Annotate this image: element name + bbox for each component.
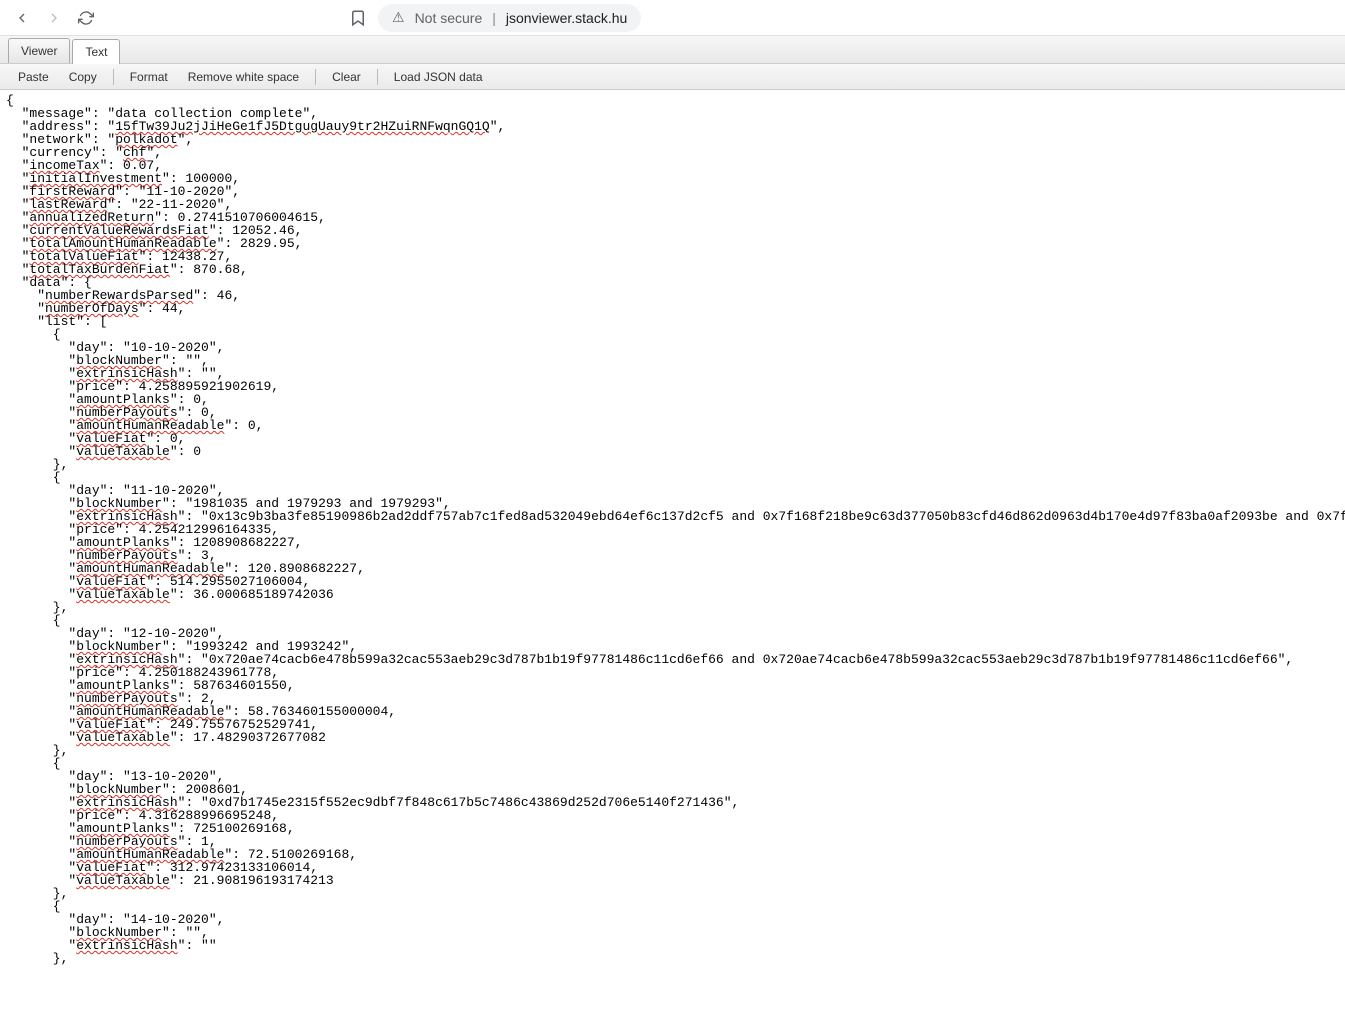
toolbar-separator [113, 69, 114, 85]
json-text-area[interactable]: { "message": "data collection complete",… [0, 90, 1345, 969]
toolbar: Paste Copy Format Remove white space Cle… [0, 64, 1345, 90]
paste-button[interactable]: Paste [10, 67, 57, 87]
url-separator: | [492, 10, 496, 26]
url-text: jsonviewer.stack.hu [506, 10, 627, 26]
tab-bar: Viewer Text [0, 36, 1345, 64]
load-json-button[interactable]: Load JSON data [386, 67, 491, 87]
back-button[interactable] [10, 6, 34, 30]
clear-button[interactable]: Clear [324, 67, 369, 87]
format-button[interactable]: Format [122, 67, 176, 87]
toolbar-separator [377, 69, 378, 85]
warning-icon: ⚠ [392, 9, 405, 26]
remove-whitespace-button[interactable]: Remove white space [180, 67, 307, 87]
bookmark-icon[interactable] [346, 6, 370, 30]
copy-button[interactable]: Copy [61, 67, 105, 87]
url-bar: ⚠ Not secure | jsonviewer.stack.hu [346, 4, 1335, 32]
tab-viewer[interactable]: Viewer [8, 38, 70, 63]
forward-button[interactable] [42, 6, 66, 30]
security-status: Not secure [415, 10, 483, 26]
tab-text[interactable]: Text [72, 39, 120, 64]
url-input[interactable]: ⚠ Not secure | jsonviewer.stack.hu [378, 4, 641, 32]
toolbar-separator [315, 69, 316, 85]
refresh-button[interactable] [74, 6, 98, 30]
browser-nav-bar: ⚠ Not secure | jsonviewer.stack.hu [0, 0, 1345, 36]
